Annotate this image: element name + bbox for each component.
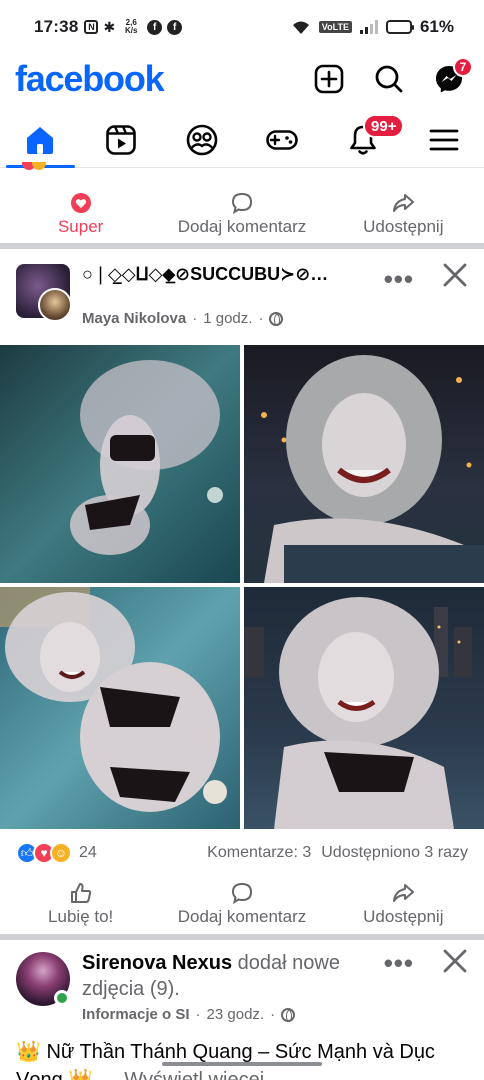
- meta-separator: ·: [192, 310, 198, 327]
- heart-icon: [70, 192, 91, 213]
- meta-separator: ·: [195, 1006, 201, 1023]
- photo-4-image: [244, 587, 484, 829]
- tab-gaming[interactable]: [242, 112, 323, 167]
- comment-button[interactable]: Dodaj komentarz: [161, 184, 322, 244]
- bluetooth-icon: ✱: [103, 18, 116, 35]
- post-header: ○❘◇̲◇⨿◇⬥̲⊘SUCCUBU≻⊘… Maya Nikolova · 1 g…: [0, 254, 484, 340]
- wifi-icon: [292, 21, 309, 34]
- comment-label: Dodaj komentarz: [177, 216, 307, 236]
- messenger-button[interactable]: 7: [431, 57, 473, 97]
- share-icon: [393, 193, 415, 212]
- photo-1-image: [0, 345, 240, 583]
- engagement-counts: Komentarze: 3 Udostępniono 3 razy: [207, 844, 468, 862]
- reaction-count[interactable]: 24: [79, 844, 97, 862]
- comment-icon: [231, 882, 252, 904]
- share-icon: [393, 883, 415, 902]
- tab-video[interactable]: [81, 112, 162, 167]
- share-label: Udostępnij: [363, 906, 444, 926]
- share-button[interactable]: Udostępnij: [323, 184, 484, 244]
- super-label: Super: [57, 216, 104, 236]
- share-label: Udostępnij: [363, 216, 444, 236]
- search-icon: [375, 65, 403, 93]
- status-notification-icons: N ✱ 2,6 K/s f f: [84, 18, 183, 36]
- battery-icon: [385, 20, 414, 34]
- comment-icon: [231, 192, 252, 214]
- friends-icon: [186, 124, 217, 155]
- post-photo-3[interactable]: [0, 587, 240, 829]
- group-name[interactable]: ○❘◇̲◇⨿◇⬥̲⊘SUCCUBU≻⊘…: [82, 264, 352, 285]
- like-button[interactable]: Lubię to!: [0, 874, 161, 934]
- meta-separator-2: ·: [270, 1006, 276, 1023]
- tab-home[interactable]: [0, 112, 81, 168]
- hamburger-menu-icon: [429, 129, 459, 150]
- post-meta: Maya Nikolova · 1 godz. ·: [82, 310, 284, 327]
- facebook-notification-icon: f: [147, 19, 163, 35]
- globe-icon: [269, 311, 284, 326]
- reaction-summary: 👍︎ ♥ ☺ 24 Komentarze: 3 Udostępniono 3 r…: [16, 840, 468, 866]
- facebook-notification-icon-2: f: [167, 19, 183, 35]
- care-reaction-icon: [32, 162, 46, 170]
- author-avatar[interactable]: [38, 288, 72, 322]
- next-post-text: 👑 Nữ Thần Thánh Quang – Sức Mạnh và Dục …: [16, 1038, 466, 1080]
- photo-2-image: [244, 345, 484, 583]
- create-post-button[interactable]: [311, 61, 347, 97]
- meta-separator-2: ·: [258, 310, 264, 327]
- tab-friends[interactable]: [161, 112, 242, 167]
- close-icon[interactable]: [440, 946, 470, 976]
- home-indicator[interactable]: [162, 1062, 322, 1066]
- feed-divider-2: [0, 934, 484, 940]
- messenger-badge: 7: [453, 57, 473, 77]
- post-photo-1[interactable]: [0, 345, 240, 583]
- video-icon: [106, 124, 136, 155]
- share-button-post[interactable]: Udostępnij: [323, 874, 484, 934]
- tab-menu[interactable]: [403, 112, 484, 167]
- like-label: Lubię to!: [48, 906, 114, 926]
- network-speed: 2,6 K/s: [124, 18, 138, 35]
- next-post-info-label[interactable]: Informacje o SI: [82, 1006, 190, 1023]
- next-post-meta: Informacje o SI · 23 godz. ·: [82, 1006, 296, 1023]
- signal-icon: [359, 20, 378, 34]
- photo-3-image: [0, 587, 240, 829]
- post-author[interactable]: Maya Nikolova: [82, 310, 186, 327]
- feed-divider: [0, 243, 484, 249]
- online-status-dot: [54, 990, 70, 1006]
- facebook-logo[interactable]: facebook: [15, 58, 165, 100]
- care-reaction-icon: ☺: [50, 842, 72, 864]
- post-photo-2[interactable]: [244, 345, 484, 583]
- globe-icon: [281, 1007, 296, 1022]
- next-post-author[interactable]: Sirenova Nexus: [82, 952, 232, 974]
- previous-post-actions: Super Dodaj komentarz Udostępnij: [0, 184, 484, 244]
- next-post-more-button[interactable]: •••: [384, 948, 414, 979]
- status-right: VoLTE 61%: [291, 17, 454, 37]
- previous-post-reaction-icons: [22, 162, 62, 174]
- post-actions: Lubię to! Dodaj komentarz Udostępnij: [0, 874, 484, 934]
- gamepad-icon: [266, 129, 299, 150]
- thumbs-up-icon: [70, 882, 91, 903]
- photo-grid: [0, 345, 484, 829]
- home-icon: [27, 126, 54, 154]
- see-more-link[interactable]: … Wyświetl więcej: [99, 1069, 264, 1080]
- battery-percent: 61%: [419, 17, 454, 36]
- post-photo-4[interactable]: [244, 587, 484, 829]
- status-time: 17:38: [34, 17, 79, 36]
- plus-square-icon: [314, 64, 344, 94]
- more-options-button[interactable]: •••: [384, 264, 414, 295]
- next-post-title: Sirenova Nexus dodał nowe zdjęcia (9).: [82, 950, 372, 1002]
- nav-tabs: 99+: [0, 112, 484, 168]
- tab-notifications[interactable]: 99+: [323, 112, 405, 167]
- shares-count[interactable]: Udostępniono 3 razy: [321, 844, 468, 862]
- search-button[interactable]: [371, 61, 407, 97]
- close-icon[interactable]: [440, 260, 470, 290]
- post-time[interactable]: 1 godz.: [203, 310, 252, 327]
- comment-button-post[interactable]: Dodaj komentarz: [161, 874, 322, 934]
- super-reaction-button[interactable]: Super: [0, 184, 161, 244]
- volte-badge: VoLTE: [318, 21, 352, 33]
- next-post-time[interactable]: 23 godz.: [207, 1006, 265, 1023]
- nfc-icon: N: [84, 20, 99, 34]
- notifications-badge: 99+: [363, 114, 405, 138]
- app-header: facebook 7: [0, 54, 484, 106]
- comments-count[interactable]: Komentarze: 3: [207, 844, 311, 862]
- status-bar: 17:38 N ✱ 2,6 K/s f f VoLTE 61%: [0, 0, 484, 54]
- comment-label: Dodaj komentarz: [177, 906, 307, 926]
